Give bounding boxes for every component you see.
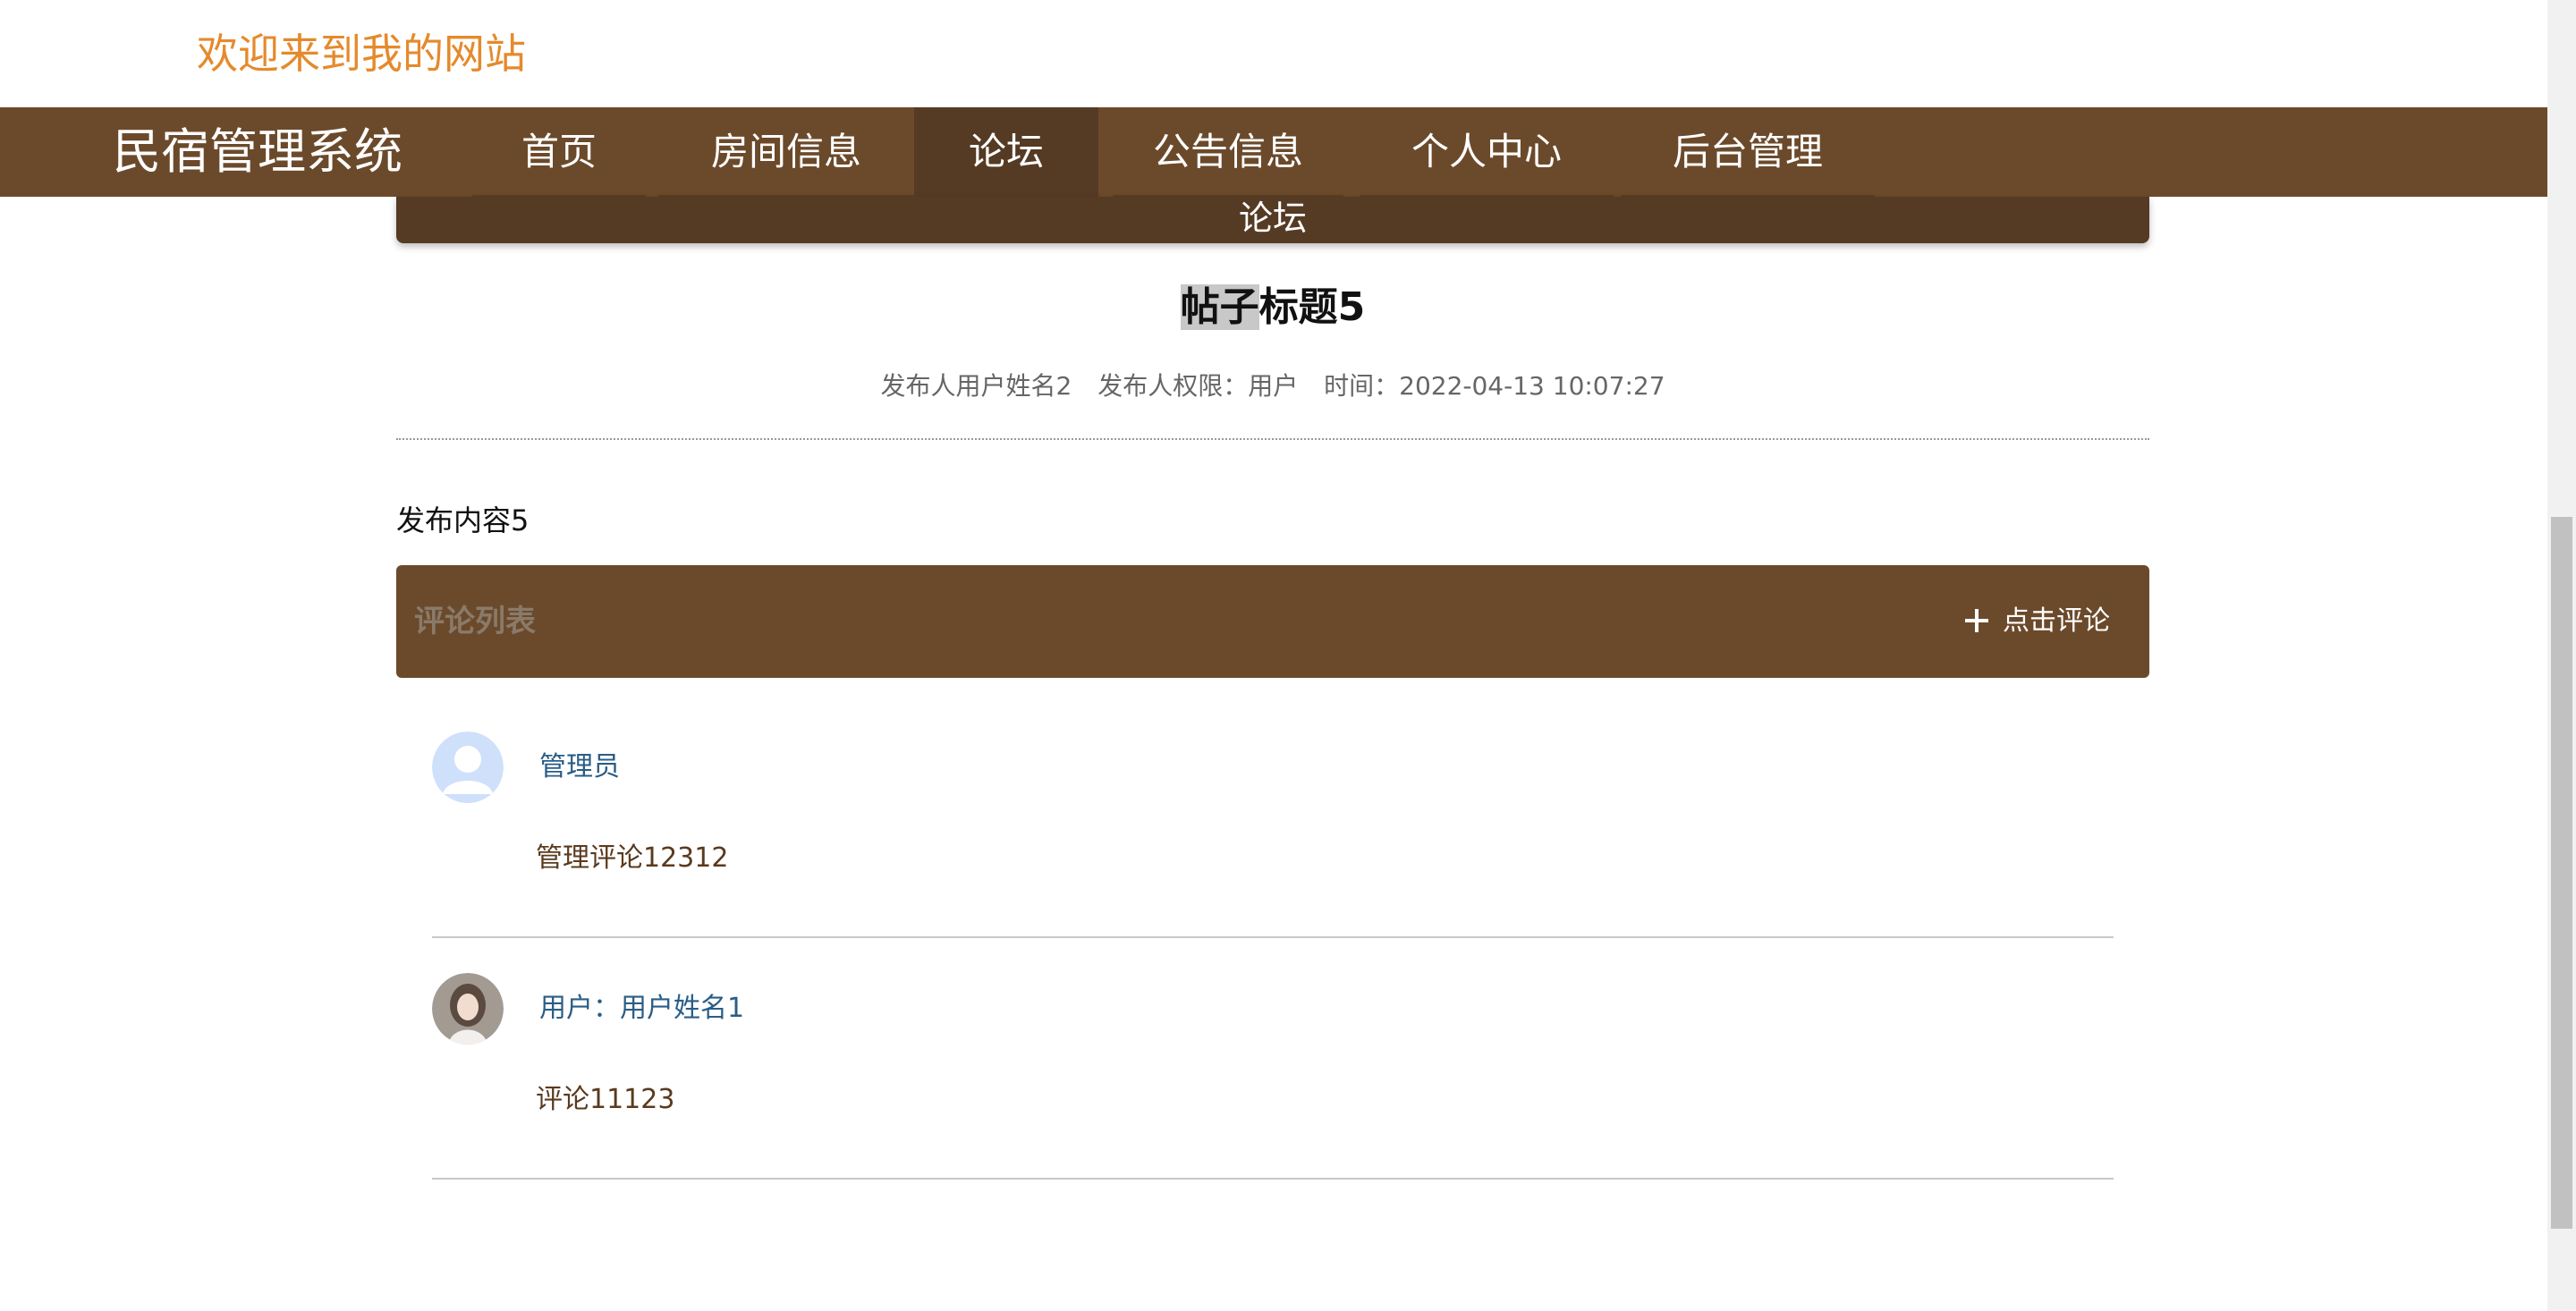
vertical-scrollbar[interactable] bbox=[2547, 0, 2576, 1311]
plus-icon bbox=[1965, 609, 1988, 632]
main-navbar: 民宿管理系统 首页 房间信息 论坛 公告信息 个人中心 后台管理 bbox=[0, 107, 2547, 200]
post-title: 帖子标题5 bbox=[396, 279, 2149, 336]
comment-list-header: 评论列表 点击评论 bbox=[396, 565, 2149, 678]
nav-item-notices[interactable]: 公告信息 bbox=[1113, 107, 1343, 200]
section-banner: 论坛 bbox=[396, 197, 2149, 243]
banner-title: 论坛 bbox=[1238, 199, 1307, 238]
nav-item-label: 后台管理 bbox=[1672, 130, 1823, 173]
add-comment-button[interactable]: 点击评论 bbox=[1965, 601, 2110, 642]
nav-item-admin[interactable]: 后台管理 bbox=[1621, 107, 1875, 200]
post-title-rest: 标题5 bbox=[1258, 284, 1366, 330]
scrollbar-thumb[interactable] bbox=[2551, 517, 2572, 1229]
post-author-role: 发布人权限：用户 bbox=[1097, 371, 1299, 401]
comment-list-title: 评论列表 bbox=[414, 604, 536, 639]
comment-text: 评论11123 bbox=[536, 1084, 675, 1115]
site-brand[interactable]: 民宿管理系统 bbox=[113, 107, 402, 197]
nav-item-label: 公告信息 bbox=[1152, 130, 1303, 173]
post-author: 发布人用户姓名2 bbox=[880, 371, 1072, 401]
comment-divider bbox=[432, 936, 2114, 938]
nav-item-rooms[interactable]: 房间信息 bbox=[658, 107, 914, 200]
add-comment-label: 点击评论 bbox=[2003, 605, 2110, 637]
user-photo-avatar-icon bbox=[432, 973, 504, 1045]
nav-item-label: 房间信息 bbox=[710, 130, 861, 173]
post-divider bbox=[396, 438, 2149, 440]
commenter-name[interactable]: 用户：用户姓名1 bbox=[539, 991, 744, 1027]
nav-item-profile[interactable]: 个人中心 bbox=[1360, 107, 1614, 200]
post-time: 时间：2022-04-13 10:07:27 bbox=[1324, 371, 1665, 401]
nav-item-home[interactable]: 首页 bbox=[472, 107, 646, 200]
post-content: 发布内容5 bbox=[396, 503, 530, 537]
nav-item-label: 个人中心 bbox=[1411, 130, 1562, 173]
post-title-highlight: 帖子 bbox=[1180, 284, 1259, 330]
nav-item-label: 首页 bbox=[521, 130, 597, 173]
post-meta: 发布人用户姓名2 发布人权限：用户 时间：2022-04-13 10:07:27 bbox=[396, 368, 2149, 404]
default-user-avatar-icon bbox=[432, 732, 504, 803]
comment-divider bbox=[432, 1178, 2114, 1180]
nav-item-label: 论坛 bbox=[968, 130, 1044, 173]
welcome-text: 欢迎来到我的网站 bbox=[197, 30, 526, 78]
comment-text: 管理评论12312 bbox=[536, 842, 729, 874]
nav-item-forum[interactable]: 论坛 bbox=[914, 107, 1098, 197]
commenter-name[interactable]: 管理员 bbox=[539, 749, 620, 785]
